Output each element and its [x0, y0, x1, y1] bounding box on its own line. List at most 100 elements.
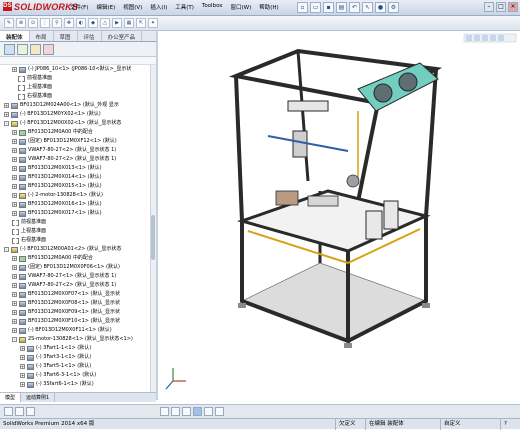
print-icon[interactable]: ▤	[336, 2, 347, 13]
menu-insert[interactable]: 插入(I)	[150, 3, 167, 11]
property-manager-icon[interactable]	[17, 44, 28, 55]
new-motion-study-icon[interactable]: ▶	[112, 18, 122, 28]
rebuild-icon[interactable]: ●	[375, 2, 386, 13]
expand-icon[interactable]: +	[12, 148, 17, 153]
tree-item[interactable]: + VWAF7-80-27<2> (默认_显示状态 1)	[12, 146, 116, 155]
tree-item[interactable]: + BF013D12M0A00 中的配合	[12, 254, 93, 263]
hide-show-icon[interactable]	[193, 407, 202, 416]
smart-fasteners-icon[interactable]: ⚲	[52, 18, 62, 28]
tree-item[interactable]: + (固定) BF013D12M0XF12<1> (默认)	[12, 137, 117, 146]
status-units[interactable]: 自定义	[440, 419, 464, 430]
tab-assembly[interactable]: 装配体	[0, 31, 30, 41]
tree-item[interactable]: + VWAF7-80-27<2> (默认_显示状态 1)	[12, 155, 116, 164]
tree-item[interactable]: - 2S-motor-130828<1> (默认_显示状态<1>)	[12, 335, 133, 344]
expand-icon[interactable]: +	[12, 265, 17, 270]
tree-item[interactable]: + (固定) BF013D12M0X0F06<1> (默认)	[12, 263, 120, 272]
tree-item[interactable]: + BF013D12M0X0F07<1> (默认_显示状	[12, 290, 120, 299]
tree-item[interactable]: + (-) 3Fart5-1<1> (默认)	[20, 362, 91, 371]
tree-item[interactable]: + BF013D12M0X0F08<1> (默认_显示状	[12, 299, 120, 308]
tree-item[interactable]: + (-) BF013D12M0X0F11<1> (默认)	[12, 326, 112, 335]
tree-item[interactable]: + VWAF7-80-27<2> (默认_显示状态 1)	[12, 281, 116, 290]
expand-icon[interactable]: +	[12, 130, 17, 135]
menu-tools[interactable]: 工具(T)	[175, 3, 194, 11]
tree-item[interactable]: + BF013D12M024A00<1> (默认_外观 显示	[4, 101, 119, 110]
configuration-manager-icon[interactable]	[30, 44, 41, 55]
expand-icon[interactable]: +	[20, 373, 25, 378]
expand-icon[interactable]: +	[12, 319, 17, 324]
expand-icon[interactable]: +	[12, 139, 17, 144]
menu-toolbox[interactable]: Toolbox	[202, 3, 223, 11]
expand-icon[interactable]: +	[12, 310, 17, 315]
tree-item[interactable]: + (-) BF013D12M0YX02<1> (默认)	[4, 110, 101, 119]
expand-icon[interactable]: +	[20, 382, 25, 387]
options-icon[interactable]: ⚙	[388, 2, 399, 13]
mate-icon[interactable]: ⊙	[28, 18, 38, 28]
tree-filter-bar[interactable]	[0, 57, 156, 65]
move-component-icon[interactable]: ✥	[64, 18, 74, 28]
collapse-icon[interactable]: -	[12, 337, 17, 342]
expand-icon[interactable]: +	[20, 346, 25, 351]
expand-icon[interactable]: +	[12, 175, 17, 180]
expand-icon[interactable]: +	[12, 184, 17, 189]
tree-item[interactable]: + (-) 2-motor-130828<1> (默认)	[12, 191, 103, 200]
tree-item[interactable]: 右视基准面	[18, 92, 52, 101]
appearance-icon[interactable]	[204, 407, 213, 416]
edit-component-icon[interactable]: ✎	[4, 18, 14, 28]
tree-item[interactable]: + BF013D12M0X016<1> (默认)	[12, 200, 102, 209]
expand-icon[interactable]: +	[4, 103, 9, 108]
zoom-area-icon[interactable]	[15, 407, 24, 416]
tab-model[interactable]: 模型	[0, 393, 22, 402]
tree-item[interactable]: + BF013D12M0X014<1> (默认)	[12, 173, 102, 182]
graphics-area[interactable]	[158, 31, 520, 400]
tree-item[interactable]: + (-) 3Sfart6-1<1> (默认)	[20, 380, 94, 389]
expand-icon[interactable]: +	[12, 283, 17, 288]
expand-icon[interactable]: +	[12, 166, 17, 171]
expand-icon[interactable]: +	[12, 256, 17, 261]
collapse-icon[interactable]: -	[4, 247, 9, 252]
assembly-model-view[interactable]	[158, 31, 520, 400]
tree-item[interactable]: + BF013D12M0A00 中的配合	[12, 128, 93, 137]
tree-item[interactable]: + BF013D12M0X0F10<1> (默认_显示状	[12, 317, 120, 326]
tab-evaluate[interactable]: 评估	[78, 31, 102, 41]
maximize-icon[interactable]: □	[496, 2, 506, 12]
tree-item[interactable]: + BF013D12M0X013<1> (默认)	[12, 164, 102, 173]
expand-icon[interactable]: +	[12, 274, 17, 279]
tree-item[interactable]: + VWAF7-80-27<1> (默认_显示状态 1)	[12, 272, 116, 281]
tree-item[interactable]: + BF013D12M0X0F09<1> (默认_显示状	[12, 308, 120, 317]
close-icon[interactable]: ×	[508, 2, 518, 12]
assembly-features-icon[interactable]: ◆	[88, 18, 98, 28]
tree-item[interactable]: + (-) 3Fart6-3-1<1> (默认)	[20, 371, 96, 380]
expand-icon[interactable]: +	[12, 157, 17, 162]
new-icon[interactable]: ▫	[297, 2, 308, 13]
tree-item[interactable]: 前视基准面	[12, 218, 46, 227]
bill-of-materials-icon[interactable]: ▦	[124, 18, 134, 28]
tree-item[interactable]: 右视基准面	[12, 236, 46, 245]
insert-component-icon[interactable]: ⊕	[16, 18, 26, 28]
tree-item[interactable]: + (-) 3Fart3-1<1> (默认)	[20, 353, 91, 362]
menu-help[interactable]: 帮助(H)	[259, 3, 278, 11]
expand-icon[interactable]: +	[4, 112, 9, 117]
heads-up-view-toolbar[interactable]	[463, 33, 517, 43]
menu-view[interactable]: 视图(V)	[123, 3, 142, 11]
tree-item[interactable]: 前视基准面	[18, 74, 52, 83]
save-icon[interactable]: ▪	[323, 2, 334, 13]
solidworks-logo[interactable]: DS SOLIDWORKS	[3, 2, 78, 12]
tab-layout[interactable]: 布局	[30, 31, 54, 41]
tree-item[interactable]: + BF013D12M0X017<1> (默认)	[12, 209, 102, 218]
view-orientation-icon[interactable]	[171, 407, 180, 416]
exploded-view-icon[interactable]: ⇱	[136, 18, 146, 28]
expand-icon[interactable]: +	[20, 364, 25, 369]
menu-window[interactable]: 窗口(W)	[231, 3, 252, 11]
minimize-icon[interactable]: –	[484, 2, 494, 12]
expand-icon[interactable]: +	[12, 211, 17, 216]
tree-item[interactable]: + BF013D12M0X015<1> (默认)	[12, 182, 102, 191]
select-icon[interactable]: ↖	[362, 2, 373, 13]
status-help[interactable]: ?	[500, 419, 510, 430]
tree-item[interactable]: 上视基准面	[12, 227, 46, 236]
tree-scrollbar-thumb[interactable]	[151, 215, 155, 260]
menu-file[interactable]: 文件(F)	[70, 3, 88, 11]
expand-icon[interactable]: +	[12, 292, 17, 297]
display-style-icon[interactable]	[182, 407, 191, 416]
tab-motion-study[interactable]: 运动算例1	[21, 393, 56, 402]
zoom-fit-icon[interactable]	[4, 407, 13, 416]
